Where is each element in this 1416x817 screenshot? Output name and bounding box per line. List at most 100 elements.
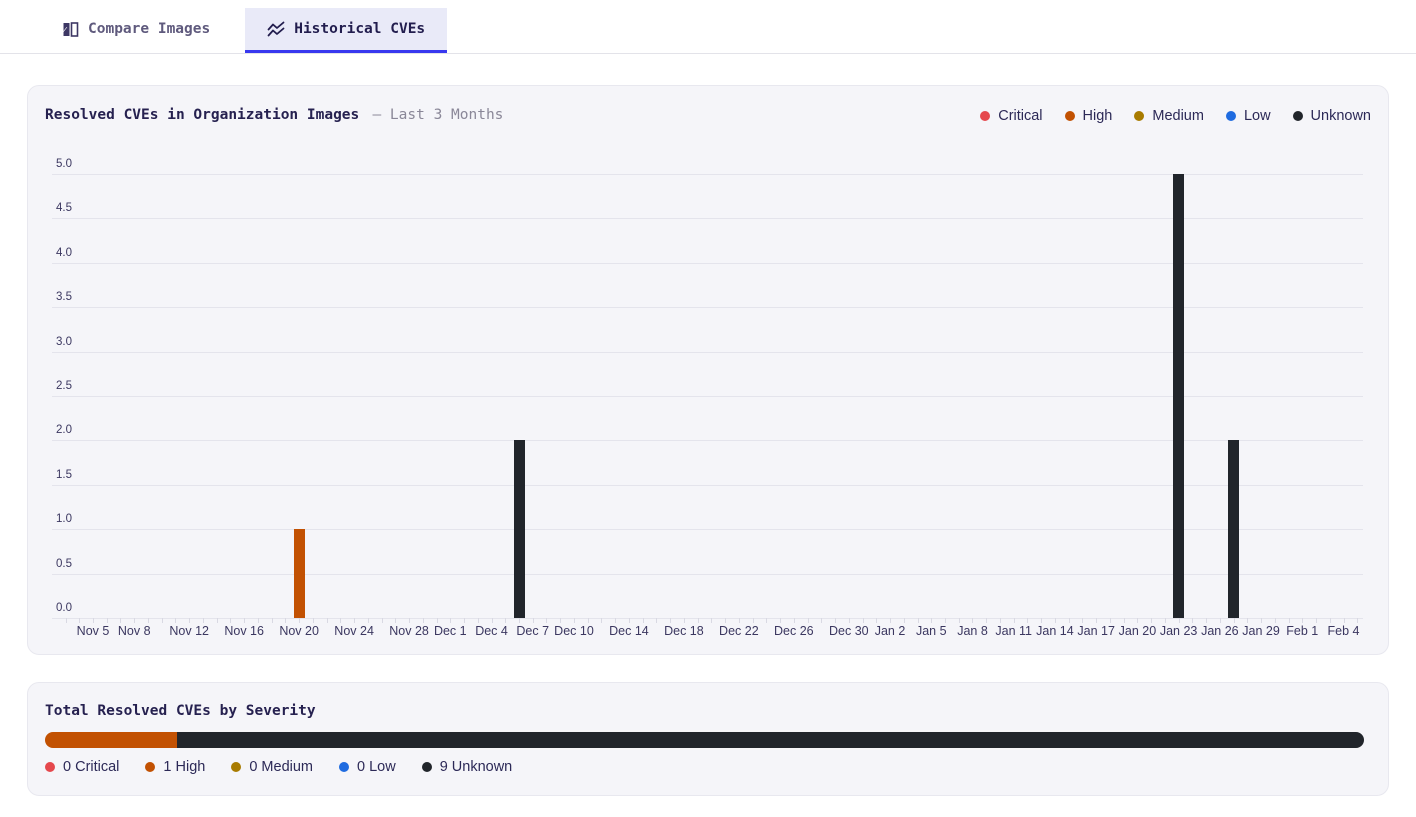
x-axis-tick [244,618,245,623]
x-axis-label-dec-18: Dec 18 [664,624,704,638]
x-axis-tick [588,618,589,623]
x-axis-tick [1275,618,1276,623]
chart-legend-item-critical[interactable]: Critical [980,108,1042,124]
x-axis-label-jan-29: Jan 29 [1242,624,1280,638]
chart-legend-item-unknown[interactable]: Unknown [1293,108,1371,124]
x-axis-tick [1316,618,1317,623]
summary-title: Total Resolved CVEs by Severity [45,703,316,719]
tab-historical-cves[interactable]: Historical CVEs [245,8,447,53]
x-axis-tick [684,618,685,623]
x-axis-tick [189,618,190,623]
legend-label: 0 Medium [249,759,313,775]
summary-legend-item-critical: 0 Critical [45,759,119,775]
x-axis-tick [107,618,108,623]
x-axis-label-jan-17: Jan 17 [1077,624,1115,638]
x-axis-tick [478,618,479,623]
tab-bar: Compare Images Historical CVEs [0,0,1416,54]
x-axis-tick [849,618,850,623]
x-axis-tick [560,618,561,623]
x-axis-tick [423,618,424,623]
x-axis-tick [1055,618,1056,623]
gridline-y-4.0 [52,263,1363,264]
chart-legend-item-low[interactable]: Low [1226,108,1271,124]
x-axis-tick [313,618,314,623]
x-axis-tick [519,618,520,623]
line-chart-icon [267,21,285,37]
x-axis-tick [327,618,328,623]
legend-dot-critical [980,111,990,121]
x-axis-tick [986,618,987,623]
x-axis-tick [863,618,864,623]
x-axis-tick [93,618,94,623]
summary-legend-item-unknown: 9 Unknown [422,759,513,775]
legend-dot-high [1065,111,1075,121]
x-axis-tick [299,618,300,623]
x-axis-tick [1261,618,1262,623]
x-axis-tick [134,618,135,623]
x-axis-label-feb-1: Feb 1 [1286,624,1318,638]
x-axis-label-nov-8: Nov 8 [118,624,151,638]
legend-dot-low [1226,111,1236,121]
x-axis-tick [1234,618,1235,623]
tab-compare-images[interactable]: Compare Images [40,8,232,53]
x-axis-tick [890,618,891,623]
legend-dot-1-high [145,762,155,772]
x-axis-tick [1165,618,1166,623]
gridline-y-1.5 [52,485,1363,486]
x-axis-tick [574,618,575,623]
x-axis-tick [643,618,644,623]
x-axis-label-jan-14: Jan 14 [1036,624,1074,638]
x-axis-tick [148,618,149,623]
tab-historical-cves-label: Historical CVEs [294,21,425,37]
y-axis-label: 0.0 [56,602,72,614]
x-axis-label-jan-2: Jan 2 [875,624,906,638]
historical-cves-chart-card: Resolved CVEs in Organization Images — L… [27,85,1389,655]
x-axis-tick [670,618,671,623]
x-axis-tick [368,618,369,623]
x-axis-tick [945,618,946,623]
x-axis-tick [492,618,493,623]
legend-label: 0 Low [357,759,396,775]
x-axis-tick [698,618,699,623]
legend-label: Critical [998,108,1042,124]
y-axis-label: 3.0 [56,336,72,348]
x-axis-tick [1220,618,1221,623]
summary-legend: 0 Critical1 High0 Medium0 Low9 Unknown [45,759,512,775]
x-axis-tick [601,618,602,623]
x-axis-tick [175,618,176,623]
chart-title-group: Resolved CVEs in Organization Images — L… [45,106,503,124]
x-axis-tick [409,618,410,623]
x-axis-label-jan-5: Jan 5 [916,624,947,638]
x-axis-label-dec-1: Dec 1 [434,624,467,638]
x-axis-tick [753,618,754,623]
x-axis-tick [258,618,259,623]
gridline-y-0.5 [52,574,1363,575]
severity-summary-card: Total Resolved CVEs by Severity 0 Critic… [27,682,1389,796]
bar-dec-6-unknown [514,440,525,618]
legend-label: Medium [1152,108,1204,124]
x-axis-tick [354,618,355,623]
x-axis-tick [285,618,286,623]
y-axis-label: 2.0 [56,424,72,436]
legend-dot-0-low [339,762,349,772]
severity-segment-high [45,732,177,748]
y-axis-label: 3.5 [56,291,72,303]
x-axis-label-nov-28: Nov 28 [389,624,429,638]
x-axis-label-dec-30: Dec 30 [829,624,869,638]
legend-dot-medium [1134,111,1144,121]
severity-segment-unknown [177,732,1364,748]
x-axis-tick [876,618,877,623]
x-axis-tick [505,618,506,623]
gridline-y-3.5 [52,307,1363,308]
severity-stacked-bar [45,732,1364,748]
legend-dot-0-critical [45,762,55,772]
chart-legend-item-medium[interactable]: Medium [1134,108,1204,124]
chart-legend-item-high[interactable]: High [1065,108,1113,124]
x-axis-tick [1206,618,1207,623]
x-axis-tick [1082,618,1083,623]
x-axis-label-nov-16: Nov 16 [224,624,264,638]
x-axis-tick [79,618,80,623]
chart-card-header: Resolved CVEs in Organization Images — L… [28,86,1388,124]
x-axis-label-nov-24: Nov 24 [334,624,374,638]
legend-label: 9 Unknown [440,759,513,775]
